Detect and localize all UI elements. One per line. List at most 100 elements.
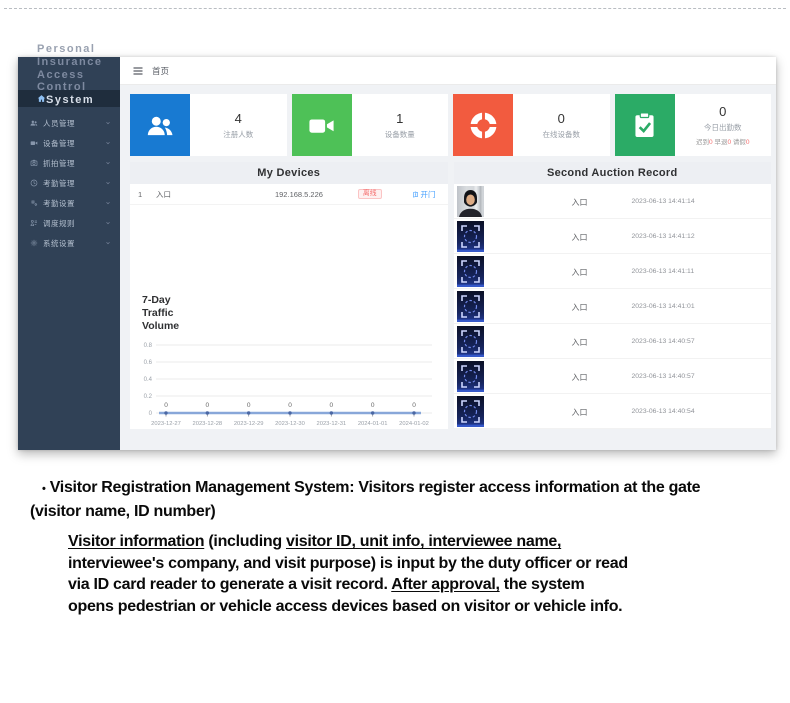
- rule-icon: [30, 219, 38, 227]
- svg-text:0: 0: [206, 402, 210, 409]
- record-row: 入口2023-06-13 14:40:54: [454, 394, 772, 429]
- users-icon: [30, 119, 38, 127]
- device-row: 1入口192.168.5.226离线开门: [130, 184, 448, 205]
- stat-value: 1: [396, 111, 403, 126]
- face-scan-icon: [457, 396, 484, 427]
- stat-value: 4: [235, 111, 242, 126]
- svg-text:0: 0: [149, 411, 153, 417]
- record-door: 入口: [572, 197, 588, 208]
- chevron-down-icon: [105, 120, 111, 126]
- svg-text:2023-12-27: 2023-12-27: [151, 421, 181, 427]
- record-row: 入口2023-06-13 14:40:57: [454, 324, 772, 359]
- camera-icon: [30, 139, 38, 147]
- chevron-down-icon: [105, 220, 111, 226]
- device-index: 1: [138, 190, 156, 199]
- sidebar-item[interactable]: 考勤设置: [18, 193, 120, 213]
- main-header: 首页: [120, 57, 776, 85]
- svg-text:0: 0: [247, 402, 251, 409]
- page: PersonalInsuranceAccessControlSystem 人员管…: [0, 0, 790, 703]
- dashboard-window: PersonalInsuranceAccessControlSystem 人员管…: [18, 57, 776, 450]
- cogs-icon: [30, 199, 38, 207]
- stat-text: 0在线设备数: [513, 94, 610, 156]
- svg-text:2024-01-02: 2024-01-02: [399, 421, 429, 427]
- svg-text:0.8: 0.8: [144, 343, 153, 349]
- open-door-button[interactable]: 开门: [412, 189, 436, 200]
- svg-text:0: 0: [371, 402, 375, 409]
- record-door: 入口: [572, 232, 588, 243]
- stat-label: 今日出勤数: [704, 122, 742, 133]
- stat-text: 1 设备数量: [352, 94, 449, 156]
- stats-row: 4 注册人数 1 设备数量 0在线设备数 0 今日出勤数迟到0 早退0 请假0: [130, 94, 771, 156]
- svg-text:2024-01-01: 2024-01-01: [358, 421, 388, 427]
- sidebar-item[interactable]: 考勤管理: [18, 173, 120, 193]
- stat-label: 在线设备数: [543, 129, 581, 140]
- my-devices-panel: My Devices 1入口192.168.5.226离线开门 7-Day Tr…: [130, 162, 448, 429]
- svg-text:0.6: 0.6: [144, 360, 153, 366]
- main-area: 首页 4注册人数1设备数量0在线设备数0今日出勤数迟到0 早退0 请假0 My …: [120, 57, 776, 450]
- stat-label: 注册人数: [223, 129, 253, 140]
- sidebar-item[interactable]: 调度规则: [18, 213, 120, 233]
- chevron-down-icon: [105, 180, 111, 186]
- record-time: 2023-06-13 14:41:12: [632, 233, 695, 240]
- stat-label: 设备数量: [385, 129, 415, 140]
- sidebar-item-label: 抓拍管理: [43, 158, 100, 169]
- chevron-down-icon: [105, 140, 111, 146]
- svg-text:0: 0: [164, 402, 168, 409]
- record-door: 入口: [572, 407, 588, 418]
- note-paragraph-1-text: Visitor Registration Management System: …: [30, 479, 700, 520]
- stat-card: 4 注册人数: [130, 94, 287, 156]
- note-paragraph-2-line: Visitor information (including visitor I…: [68, 531, 752, 553]
- gear-icon: [30, 239, 38, 247]
- record-time: 2023-06-13 14:41:01: [632, 303, 695, 310]
- hamburger-icon[interactable]: [132, 65, 144, 77]
- svg-text:2023-12-31: 2023-12-31: [317, 421, 347, 427]
- stat-card: 0 今日出勤数迟到0 早退0 请假0: [615, 94, 772, 156]
- sidebar-item[interactable]: 人员管理: [18, 113, 120, 133]
- sidebar-item-label: 系统设置: [43, 238, 100, 249]
- stat-card: 1 设备数量: [292, 94, 449, 156]
- chevron-down-icon: [105, 160, 111, 166]
- buoy-icon: [453, 94, 513, 156]
- svg-text:2023-12-29: 2023-12-29: [234, 421, 264, 427]
- stat-sub-counters: 迟到0 早退0 请假0: [696, 136, 750, 146]
- record-door: 入口: [572, 302, 588, 313]
- record-row: 入口 2023-06-13 14:41:14: [454, 184, 772, 219]
- sidebar-item[interactable]: 抓拍管理: [18, 153, 120, 173]
- face-scan-icon: [457, 221, 484, 252]
- sidebar-item-home[interactable]: [18, 90, 120, 107]
- svg-text:0.4: 0.4: [144, 377, 153, 383]
- sidebar-item[interactable]: 系统设置: [18, 233, 120, 253]
- svg-text:0: 0: [288, 402, 292, 409]
- stat-value: 0: [719, 104, 726, 119]
- stat-card: 0在线设备数: [453, 94, 610, 156]
- sidebar: PersonalInsuranceAccessControlSystem 人员管…: [18, 57, 120, 450]
- my-devices-title: My Devices: [130, 162, 448, 184]
- stat-text: 4 注册人数: [190, 94, 287, 156]
- sidebar-item[interactable]: 设备管理: [18, 133, 120, 153]
- face-scan-icon: [457, 326, 484, 357]
- notes-section: • Visitor Registration Management System…: [30, 477, 752, 617]
- capture-icon: [30, 159, 38, 167]
- bullet: •: [42, 483, 46, 495]
- chevron-down-icon: [105, 240, 111, 246]
- traffic-chart: 00.20.40.60.802023-12-2702023-12-2802023…: [130, 337, 448, 429]
- svg-text:0: 0: [330, 402, 334, 409]
- device-name: 入口: [156, 189, 240, 200]
- note-paragraph-2-line: via ID card reader to generate a visit r…: [68, 574, 752, 596]
- home-icon: [37, 94, 46, 103]
- svg-text:2023-12-30: 2023-12-30: [275, 421, 305, 427]
- top-dashed-divider: [4, 8, 786, 9]
- device-status-badge: 离线: [358, 189, 382, 200]
- sidebar-item-label: 考勤管理: [43, 178, 100, 189]
- sidebar-item-label: 调度规则: [43, 218, 100, 229]
- face-photo-icon: [457, 186, 484, 217]
- sidebar-item-label: 设备管理: [43, 138, 100, 149]
- auction-record-title: Second Auction Record: [454, 162, 772, 184]
- record-time: 2023-06-13 14:41:14: [632, 198, 695, 205]
- stat-text: 0 今日出勤数迟到0 早退0 请假0: [675, 94, 772, 156]
- record-row: 入口 2023-06-13 14:41:01: [454, 289, 772, 324]
- auction-record-panel: Second Auction Record 入口 2023-06-13 14:41…: [454, 162, 772, 429]
- breadcrumb[interactable]: 首页: [152, 65, 169, 77]
- record-door: 入口: [572, 267, 588, 278]
- note-paragraph-2-line: opens pedestrian or vehicle access devic…: [68, 596, 752, 618]
